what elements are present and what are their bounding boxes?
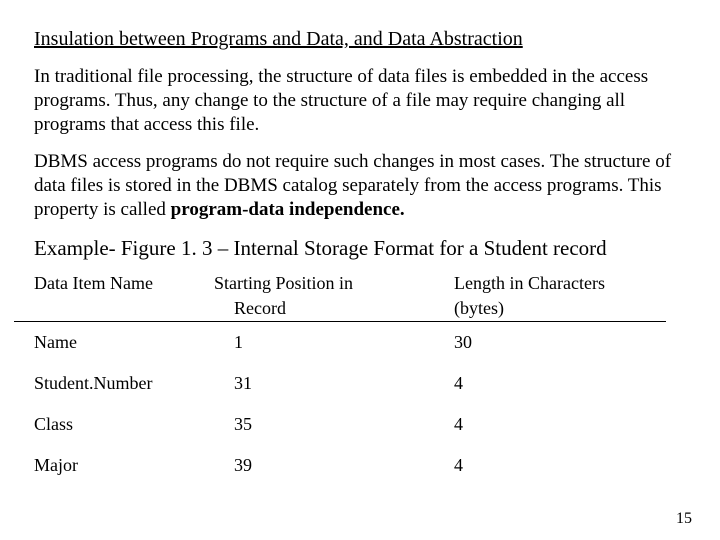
cell-len: 4: [454, 455, 614, 476]
table-row: Name 1 30: [34, 322, 686, 363]
header-length: Length in Characters: [454, 273, 674, 294]
page-number: 15: [676, 510, 692, 528]
table-row: Student.Number 31 4: [34, 363, 686, 404]
cell-name: Major: [34, 455, 234, 476]
table-row: Major 39 4: [34, 445, 686, 486]
cell-start: 39: [234, 455, 454, 476]
cell-start: 35: [234, 414, 454, 435]
paragraph-1: In traditional file processing, the stru…: [34, 65, 686, 136]
subheader-bytes: (bytes): [454, 298, 614, 319]
cell-name: Student.Number: [34, 373, 234, 394]
slide: Insulation between Programs and Data, an…: [0, 0, 720, 540]
cell-len: 4: [454, 373, 614, 394]
rule-right: [422, 321, 666, 322]
section-heading: Insulation between Programs and Data, an…: [34, 28, 686, 51]
cell-name: Name: [34, 332, 234, 353]
header-starting-position: Starting Position in: [214, 273, 454, 294]
cell-name: Class: [34, 414, 234, 435]
paragraph-2: DBMS access programs do not require such…: [34, 150, 686, 221]
example-caption: Example- Figure 1. 3 – Internal Storage …: [34, 236, 686, 261]
paragraph-2-bold: program-data independence.: [171, 199, 405, 220]
cell-len: 4: [454, 414, 614, 435]
subheader-record: Record: [234, 298, 454, 319]
storage-format-table: Data Item Name Starting Position in Leng…: [34, 273, 686, 486]
table-subheader-row: Record (bytes): [34, 296, 686, 322]
rule-left: [14, 321, 422, 322]
cell-len: 30: [454, 332, 614, 353]
table-row: Class 35 4: [34, 404, 686, 445]
header-data-item-name: Data Item Name: [34, 273, 214, 294]
table-header-row: Data Item Name Starting Position in Leng…: [34, 273, 686, 294]
cell-start: 1: [234, 332, 454, 353]
cell-start: 31: [234, 373, 454, 394]
